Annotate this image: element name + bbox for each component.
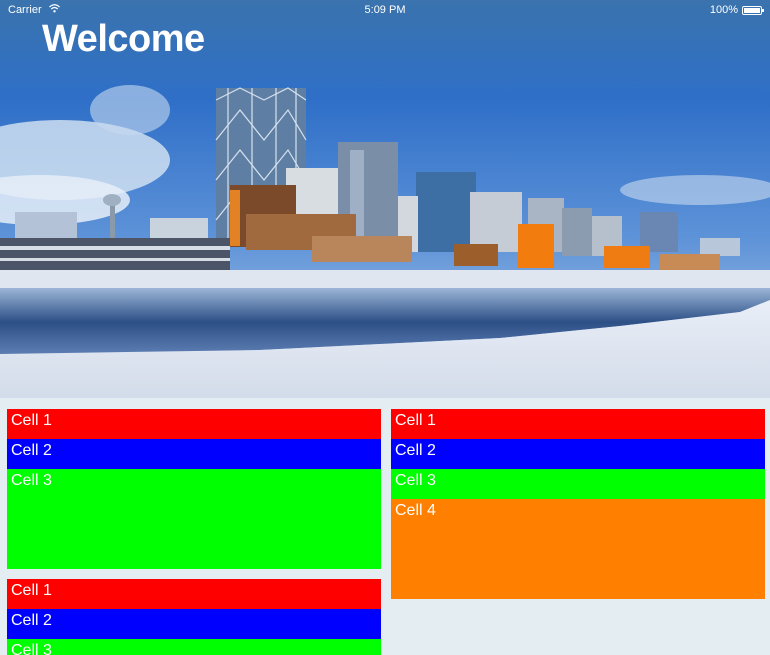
cell-label: Cell 3 [11, 642, 52, 655]
cell-item[interactable]: Cell 1 [7, 409, 381, 439]
cell-item[interactable]: Cell 3 [391, 469, 765, 499]
cell-group-b: Cell 1 Cell 2 Cell 3 Cell 4 [391, 409, 765, 599]
cell-group-c: Cell 1 Cell 2 Cell 3 [7, 579, 381, 655]
battery-status: 100% [709, 0, 764, 20]
cell-item[interactable]: Cell 2 [391, 439, 765, 469]
cell-label: Cell 2 [11, 442, 52, 459]
cell-label: Cell 1 [11, 412, 52, 429]
cell-item[interactable]: Cell 1 [391, 409, 765, 439]
cell-group-a: Cell 1 Cell 2 Cell 3 [7, 409, 381, 569]
cell-item[interactable]: Cell 1 [7, 579, 381, 609]
cell-item[interactable]: Cell 2 [7, 609, 381, 639]
battery-icon [742, 5, 764, 15]
cell-item[interactable]: Cell 4 [391, 499, 765, 599]
cell-label: Cell 2 [395, 442, 436, 459]
battery-percent: 100% [709, 4, 738, 16]
cell-item[interactable]: Cell 3 [7, 639, 381, 655]
cell-label: Cell 3 [11, 472, 52, 489]
cell-label: Cell 2 [11, 612, 52, 629]
cell-label: Cell 3 [395, 472, 436, 489]
status-bar: Carrier 5:09 PM 100% [0, 0, 770, 20]
cell-item[interactable]: Cell 2 [7, 439, 381, 469]
page-title: Welcome [42, 18, 205, 60]
cell-item[interactable]: Cell 3 [7, 469, 381, 569]
cell-label: Cell 4 [395, 502, 436, 519]
cell-label: Cell 1 [395, 412, 436, 429]
cell-label: Cell 1 [11, 582, 52, 599]
status-time: 5:09 PM [364, 4, 406, 16]
